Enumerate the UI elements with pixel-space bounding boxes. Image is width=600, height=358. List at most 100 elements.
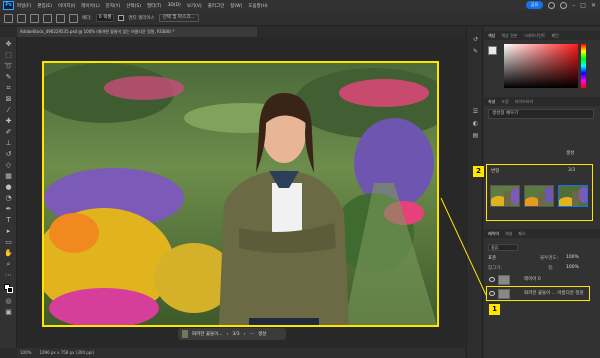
next-variation-button[interactable]: › [244, 332, 246, 337]
tools-panel: ✥ ⬚ ➰ ✎ ⌗ ⊠ ⁄ ✚ ✐ ⊥ ↺ ◇ ▦ ● ◔ ✒ T ▸ ▭ ✋ … [0, 37, 17, 348]
new-selection-icon[interactable] [30, 13, 39, 23]
tab-channels[interactable]: 채널 [505, 229, 512, 238]
menu-edit[interactable]: 편집(E) [37, 3, 52, 9]
brush-tool-icon[interactable]: ✐ [4, 128, 13, 137]
subtract-selection-icon[interactable] [56, 13, 65, 23]
lasso-tool-icon[interactable] [17, 13, 26, 23]
help-icon[interactable] [560, 1, 568, 9]
history-panel-icon[interactable]: ↺ [471, 35, 480, 44]
intersect-selection-icon[interactable] [69, 13, 78, 23]
document-tab[interactable]: AdobeStock_496229535.psd @ 100% (화려한 꽃들이… [17, 27, 257, 37]
libraries-panel-icon[interactable]: ▤ [471, 131, 480, 140]
variations-count: 3/3 [568, 168, 576, 173]
gradient-tool-icon[interactable]: ▦ [4, 172, 13, 181]
maximize-icon[interactable]: □ [580, 2, 586, 9]
generative-prompt-field[interactable]: 생성형 채우기 [488, 109, 594, 119]
menu-layer[interactable]: 레이어(L) [81, 3, 99, 9]
visibility-eye-icon[interactable] [489, 277, 495, 282]
minimize-icon[interactable]: – [572, 2, 575, 9]
variation-thumbnail-selected[interactable] [558, 185, 588, 207]
foreground-color-swatch[interactable] [488, 46, 497, 55]
prompt-label[interactable]: 화려한 꽃들이... [192, 331, 223, 337]
menu-plugins[interactable]: 플러그인 [208, 3, 225, 9]
menu-type[interactable]: 문자(Y) [106, 3, 121, 9]
screen-mode-icon[interactable]: ▣ [4, 308, 13, 317]
garden-photo [44, 63, 437, 325]
blur-tool-icon[interactable]: ● [4, 183, 13, 192]
adjustments-panel-icon[interactable]: ◐ [471, 119, 480, 128]
hand-tool-icon[interactable]: ✋ [4, 249, 13, 258]
path-select-tool-icon[interactable]: ▸ [4, 227, 13, 236]
type-tool-icon[interactable]: T [4, 216, 13, 225]
marquee-tool-icon[interactable]: ⬚ [4, 51, 13, 60]
layer-row[interactable]: 레이어 0 [484, 273, 600, 287]
tab-patterns[interactable]: 패턴 [551, 31, 558, 40]
pen-tool-icon[interactable]: ✒ [4, 205, 13, 214]
opacity-value[interactable]: 100% [566, 255, 579, 260]
rectangle-tool-icon[interactable]: ▭ [4, 238, 13, 247]
search-icon[interactable] [548, 1, 556, 9]
properties-generate-button[interactable]: 생성 [566, 150, 574, 156]
more-tools-icon[interactable]: ⋯ [4, 271, 13, 280]
panel-icon-strip: ↺ ✎ ☰ ◐ ▤ [466, 27, 483, 358]
document-canvas[interactable] [42, 61, 439, 327]
move-tool-icon[interactable]: ✥ [4, 40, 13, 49]
layers-panel-tabs: 레이어 채널 패스 [484, 229, 600, 238]
zoom-tool-icon[interactable]: ⌕ [4, 260, 13, 269]
eraser-tool-icon[interactable]: ◇ [4, 161, 13, 170]
select-and-mask-button[interactable]: 선택 및 마스크... [158, 14, 199, 22]
color-picker-field[interactable] [504, 44, 578, 88]
zoom-level[interactable]: 100% [20, 348, 31, 358]
properties-panel-icon[interactable]: ☰ [471, 107, 480, 116]
frame-tool-icon[interactable]: ⊠ [4, 95, 13, 104]
menu-select[interactable]: 선택(S) [126, 3, 141, 9]
tab-layers[interactable]: 레이어 [488, 229, 499, 238]
home-icon[interactable] [4, 13, 13, 23]
more-options-icon[interactable]: ⋯ [249, 332, 254, 337]
variation-thumbnail[interactable] [524, 185, 554, 207]
quick-mask-icon[interactable]: ◎ [4, 297, 13, 306]
menu-image[interactable]: 이미지(I) [58, 3, 75, 9]
close-icon[interactable]: ✕ [591, 2, 596, 9]
menu-filter[interactable]: 필터(T) [147, 3, 162, 9]
tab-swatches[interactable]: 색상 견본 [501, 31, 517, 40]
tab-adjustments[interactable]: 조정 [501, 97, 508, 106]
color-panel-tabs: 색상 색상 견본 그레이디언트 패턴 [484, 31, 600, 40]
color-swatches-icon[interactable] [4, 284, 13, 293]
share-button[interactable]: 공유 [525, 1, 544, 9]
dodge-tool-icon[interactable]: ◔ [4, 194, 13, 203]
history-brush-tool-icon[interactable]: ↺ [4, 150, 13, 159]
quick-select-tool-icon[interactable]: ✎ [4, 73, 13, 82]
add-selection-icon[interactable] [43, 13, 52, 23]
spot-healing-tool-icon[interactable]: ✚ [4, 117, 13, 126]
prompt-thumb [182, 330, 188, 338]
prev-variation-button[interactable]: ‹ [227, 332, 229, 337]
blend-mode-select[interactable]: 표준 [488, 255, 496, 261]
hue-slider[interactable] [581, 44, 586, 88]
menu-help[interactable]: 도움말(H) [248, 3, 267, 9]
menu-view[interactable]: 보기(V) [187, 3, 202, 9]
eyedropper-tool-icon[interactable]: ⁄ [4, 106, 13, 115]
brush-panel-icon[interactable]: ✎ [471, 47, 480, 56]
document-size: 1096 px x 758 px (300 ppi) [39, 350, 95, 355]
clone-stamp-tool-icon[interactable]: ⊥ [4, 139, 13, 148]
variations-label: 변형 [491, 169, 500, 174]
generate-button[interactable]: 생성 [258, 331, 266, 337]
fill-value[interactable]: 100% [566, 265, 579, 270]
tab-properties[interactable]: 속성 [488, 97, 495, 106]
menu-file[interactable]: 파일(F) [17, 3, 31, 9]
menu-window[interactable]: 창(W) [230, 3, 242, 9]
tab-paths[interactable]: 패스 [518, 229, 525, 238]
antialias-label: 앤티 앨리어스 [128, 16, 155, 21]
feather-input[interactable]: 0 픽셀 [95, 14, 115, 22]
crop-tool-icon[interactable]: ⌗ [4, 84, 13, 93]
menu-3d[interactable]: 3D(D) [168, 3, 181, 8]
tab-libraries[interactable]: 라이브러리 [515, 97, 533, 106]
tab-color[interactable]: 색상 [488, 31, 495, 40]
tab-gradients[interactable]: 그레이디언트 [523, 31, 545, 40]
antialias-checkbox[interactable] [118, 15, 125, 21]
variation-thumbnail[interactable] [490, 185, 520, 207]
properties-panel-tabs: 속성 조정 라이브러리 [484, 97, 600, 106]
lasso-tool-icon[interactable]: ➰ [4, 62, 13, 71]
layers-filter-select[interactable]: 종류 [488, 244, 518, 251]
